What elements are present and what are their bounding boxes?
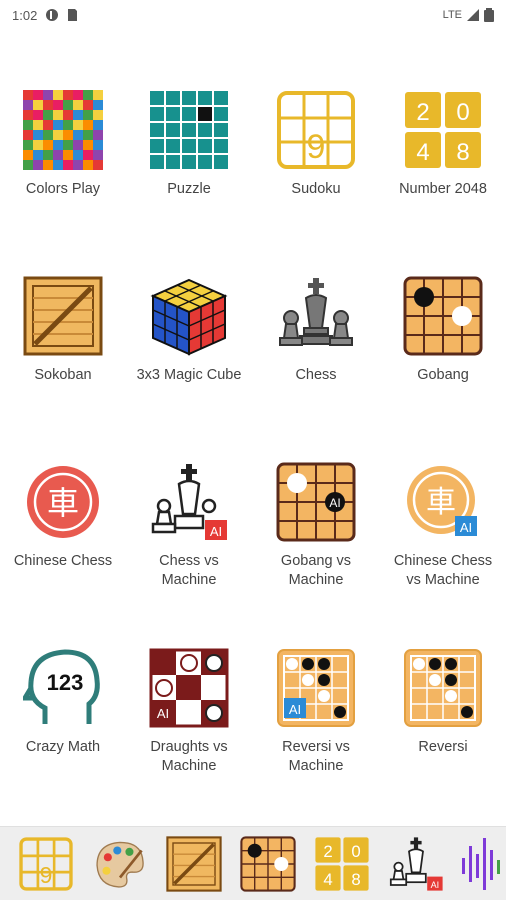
piece-glyph: 車 xyxy=(426,485,456,520)
dock-paint[interactable] xyxy=(92,836,148,892)
sudoku-icon: 9 xyxy=(276,90,356,170)
tile-digit: 0 xyxy=(351,842,360,861)
bottom-dock: 9 2 0 4 8 AI xyxy=(0,826,506,900)
crate-icon xyxy=(23,276,103,356)
ai-badge: AI xyxy=(289,702,301,717)
math-text: 123 xyxy=(47,670,84,695)
tile-digit: 8 xyxy=(351,870,360,889)
app-reversi-vs-machine[interactable]: AI Reversi vs Machine xyxy=(253,648,379,776)
draughts-ai-icon: AI xyxy=(149,648,229,728)
sound-wave-icon xyxy=(462,838,500,890)
app-label: 3x3 Magic Cube xyxy=(136,367,242,383)
rubiks-cube-icon xyxy=(149,276,229,356)
app-label: Gobang vs Machine xyxy=(280,553,352,588)
app-label: Chinese Chess xyxy=(13,553,113,569)
app-label: Chess xyxy=(295,367,337,383)
ai-badge: AI xyxy=(329,496,340,510)
chinese-chess-ai-icon: 車 AI xyxy=(403,462,483,542)
tile-digit: 8 xyxy=(456,139,469,166)
tile-digit: 0 xyxy=(456,99,469,126)
app-label: Draughts vs Machine xyxy=(150,739,228,774)
app-label: Colors Play xyxy=(25,181,101,197)
sudoku-digit: 9 xyxy=(307,128,326,166)
app-label: Reversi vs Machine xyxy=(282,739,350,774)
app-chess[interactable]: Chess xyxy=(253,276,379,385)
app-label: Sokoban xyxy=(34,367,92,383)
ai-badge: AI xyxy=(157,706,169,721)
number-2048-icon: 2 0 4 8 xyxy=(315,837,369,891)
app-gobang-vs-machine[interactable]: AI Gobang vs Machine xyxy=(253,462,379,590)
app-label: Puzzle xyxy=(167,181,211,197)
crate-icon xyxy=(166,836,222,892)
app-label: Chinese Chess vs Machine xyxy=(393,553,493,588)
app-gobang[interactable]: Gobang xyxy=(380,276,506,385)
dock-sokoban[interactable] xyxy=(166,836,222,892)
app-sudoku[interactable]: 9 Sudoku xyxy=(253,90,379,199)
app-label: Gobang xyxy=(417,367,469,383)
status-bar: 1:02 LTE xyxy=(0,0,506,30)
battery-icon xyxy=(484,8,494,22)
app-label: Sudoku xyxy=(291,181,341,197)
status-time: 1:02 xyxy=(12,7,38,23)
paint-palette-icon xyxy=(96,841,144,888)
app-puzzle[interactable]: Puzzle xyxy=(126,90,252,199)
dock-gobang[interactable] xyxy=(240,836,296,892)
piece-glyph: 車 xyxy=(47,484,79,522)
colors-grid-icon xyxy=(23,90,103,170)
sudoku-digit: 9 xyxy=(40,862,53,888)
gobang-board-icon xyxy=(240,836,296,892)
number-2048-icon: 2 0 4 8 xyxy=(403,90,483,170)
app-label: Reversi xyxy=(418,739,468,755)
app-label: Crazy Math xyxy=(25,739,101,755)
chinese-chess-icon: 車 xyxy=(23,462,103,542)
reversi-icon xyxy=(403,648,483,728)
app-label: Number 2048 xyxy=(399,181,487,197)
tile-digit: 4 xyxy=(323,870,332,889)
tile-digit: 4 xyxy=(416,139,429,166)
dock-sudoku[interactable]: 9 xyxy=(18,836,74,892)
chess-pieces-icon xyxy=(276,276,356,356)
app-reversi[interactable]: Reversi xyxy=(380,648,506,757)
app-label: Chess vs Machine xyxy=(159,553,219,588)
dock-chess-ai[interactable]: AI xyxy=(388,836,444,892)
gobang-ai-icon: AI xyxy=(276,462,356,542)
tile-digit: 2 xyxy=(323,842,332,861)
sd-card-icon xyxy=(68,9,78,21)
app-crazy-math[interactable]: 123 Crazy Math xyxy=(0,648,126,757)
app-chess-vs-machine[interactable]: AI Chess vs Machine xyxy=(126,462,252,590)
app-chinese-chess-vs-machine[interactable]: 車 AI Chinese Chess vs Machine xyxy=(380,462,506,590)
dock-2048[interactable]: 2 0 4 8 xyxy=(314,836,370,892)
chess-ai-icon: AI xyxy=(149,462,229,542)
gobang-board-icon xyxy=(403,276,483,356)
ai-badge: AI xyxy=(210,524,222,539)
head-123-icon: 123 xyxy=(23,648,103,728)
ai-badge: AI xyxy=(460,520,472,535)
dock-sound[interactable] xyxy=(458,836,506,892)
network-type: LTE xyxy=(442,9,462,21)
app-number-2048[interactable]: 2 0 4 8 Number 2048 xyxy=(380,90,506,199)
sudoku-icon: 9 xyxy=(19,837,73,891)
app-magic-cube[interactable]: 3x3 Magic Cube xyxy=(126,276,252,385)
app-draughts-vs-machine[interactable]: AI Draughts vs Machine xyxy=(126,648,252,776)
ai-badge: AI xyxy=(431,880,440,890)
app-colors-play[interactable]: Colors Play xyxy=(0,90,126,199)
puzzle-grid-icon xyxy=(149,90,229,170)
chess-ai-icon: AI xyxy=(389,837,443,891)
app-notification-icon xyxy=(46,9,59,21)
app-sokoban[interactable]: Sokoban xyxy=(0,276,126,385)
reversi-ai-icon: AI xyxy=(276,648,356,728)
app-chinese-chess[interactable]: 車 Chinese Chess xyxy=(0,462,126,571)
signal-icon xyxy=(467,9,479,21)
tile-digit: 2 xyxy=(416,99,429,126)
